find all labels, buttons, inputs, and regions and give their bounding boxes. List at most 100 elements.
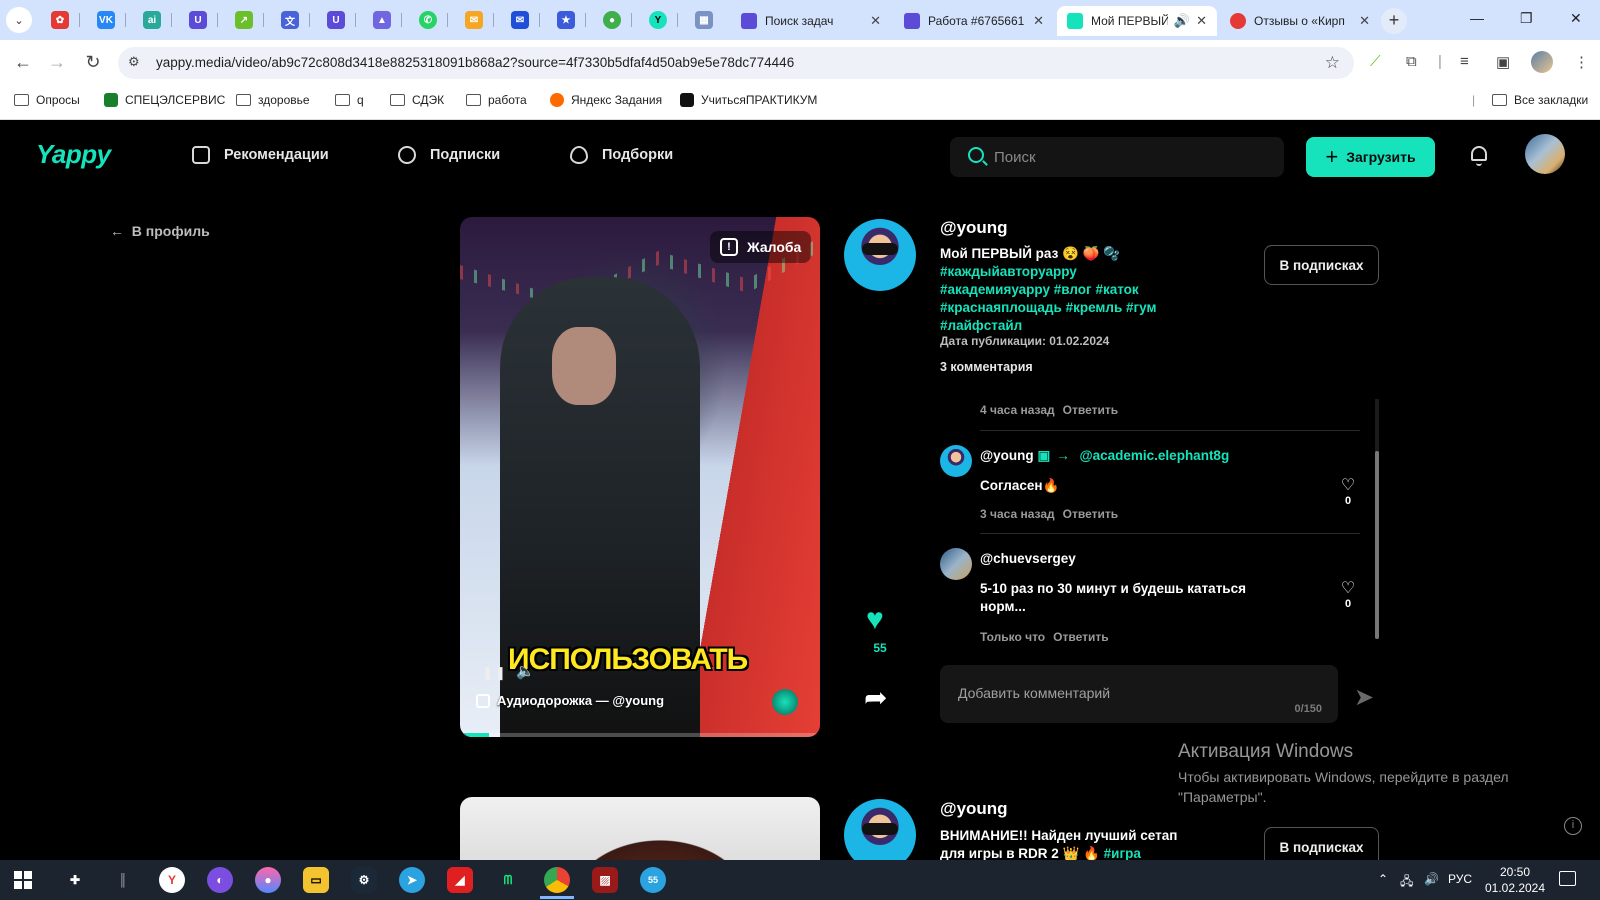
hashtag[interactable]: #каток	[1095, 282, 1138, 297]
site-settings-icon[interactable]: ⚙	[128, 54, 140, 70]
nav-subscriptions[interactable]: Подписки	[398, 146, 500, 164]
bookmark-site[interactable]: СПЕЦЭЛСЕРВИС	[104, 93, 225, 107]
pinned-tab-4[interactable]: U	[178, 6, 218, 34]
hashtag[interactable]: #гум	[1126, 300, 1156, 315]
extension-icon[interactable]: ⟋	[1370, 53, 1381, 70]
volume-icon[interactable]: 🔊	[1424, 872, 1439, 886]
video-progress-bar[interactable]	[460, 733, 820, 737]
pinned-tab-8[interactable]: ▲	[362, 6, 402, 34]
bookmark-folder[interactable]: q	[335, 93, 364, 107]
nav-recommendations[interactable]: Рекомендации	[192, 146, 329, 164]
bookmark-folder[interactable]: СДЭК	[390, 93, 444, 107]
yandex-browser-icon[interactable]: Y	[159, 867, 185, 893]
close-icon[interactable]: ✕	[870, 13, 881, 29]
next-video-thumbnail[interactable]	[460, 797, 820, 860]
telegram-icon[interactable]: 55	[640, 867, 666, 893]
chrome-profile-avatar[interactable]	[1531, 51, 1553, 73]
media-control-icon[interactable]: ≡	[1460, 53, 1469, 70]
comment-author[interactable]: @chuevsergey	[980, 551, 1076, 566]
minimize-icon[interactable]: —	[1470, 10, 1484, 26]
hashtag[interactable]: #академияуарру	[940, 282, 1050, 297]
report-button[interactable]: ! Жалоба	[710, 231, 812, 263]
search-box[interactable]	[950, 137, 1284, 177]
url-text[interactable]: yappy.media/video/ab9c72c808d3418e882531…	[156, 55, 794, 70]
green-app-icon[interactable]: ᗰ	[495, 867, 521, 893]
file-explorer-icon[interactable]: ▭	[303, 867, 329, 893]
red-app-icon[interactable]: ◢	[447, 867, 473, 893]
search-input[interactable]	[994, 147, 1264, 167]
pinned-tab-7[interactable]: U	[316, 6, 356, 34]
bookmark-folder[interactable]: работа	[466, 93, 527, 107]
nav-collections[interactable]: Подборки	[570, 146, 673, 164]
author-avatar[interactable]	[844, 799, 916, 860]
windows-start-icon[interactable]	[14, 871, 32, 889]
network-icon[interactable]: 🖧	[1400, 872, 1413, 893]
reply-link[interactable]: Ответить	[1063, 507, 1118, 521]
author-handle[interactable]: @young	[940, 799, 1008, 819]
restore-icon[interactable]: ❐	[1520, 10, 1533, 27]
back-to-profile-link[interactable]: ← В профиль	[110, 223, 210, 239]
pause-icon[interactable]: ❚❚	[482, 665, 508, 681]
heart-icon[interactable]: ♥	[866, 605, 884, 635]
taskbar-clock[interactable]: 20:50 01.02.2024	[1484, 864, 1546, 896]
close-icon[interactable]: ✕	[1196, 13, 1207, 29]
tab-reviews[interactable]: Отзывы о «Кирп ✕	[1220, 6, 1380, 36]
comment-author[interactable]: @young ▣ → @academic.elephant8g	[980, 448, 1229, 464]
bookmark-site[interactable]: УчитьсяПРАКТИКУМ	[680, 93, 817, 107]
video-player[interactable]: ! Жалоба ИСПОЛЬЗОВАТЬ ❚❚ 🔈 Аудиодорожка —…	[460, 217, 820, 737]
pinned-tab-5[interactable]: ↗	[224, 6, 264, 34]
close-icon[interactable]: ✕	[1033, 13, 1044, 29]
comment-author-name[interactable]: @young	[980, 448, 1034, 463]
forward-arrow-icon[interactable]: →	[46, 52, 68, 73]
steam-icon[interactable]: ⚙	[351, 867, 377, 893]
subscribed-button[interactable]: В подписках	[1264, 827, 1379, 860]
app-icon-2[interactable]: ║	[110, 867, 136, 893]
tor-browser-icon[interactable]: ◐	[207, 867, 233, 893]
yappy-logo[interactable]: Yappy	[36, 139, 111, 170]
comment-input-box[interactable]: 0/150	[940, 665, 1338, 723]
volume-icon[interactable]: 🔈	[516, 662, 535, 680]
comments-list[interactable]: 4 часа назад Ответить @young ▣ → @academic…	[940, 393, 1384, 643]
dota-icon[interactable]: ▨	[592, 867, 618, 893]
reply-target[interactable]: @academic.elephant8g	[1079, 448, 1229, 463]
comments-scrollbar-thumb[interactable]	[1375, 451, 1379, 639]
tab-my-first[interactable]: Мой ПЕРВЫЙ 🔊 ✕	[1057, 6, 1217, 36]
pinned-tab-vk[interactable]: VK	[86, 6, 126, 34]
speaker-icon[interactable]: 🔊	[1174, 13, 1190, 29]
app-icon-1[interactable]: ✚	[62, 867, 88, 893]
send-icon[interactable]: ➤	[1354, 683, 1374, 712]
bookmark-star-icon[interactable]: ☆	[1325, 53, 1340, 73]
author-handle[interactable]: @young	[940, 218, 1008, 238]
tab-task-search[interactable]: Поиск задач ✕	[731, 6, 891, 36]
audio-track[interactable]: Аудиодорожка — @young	[476, 693, 664, 708]
hashtag[interactable]: #влог	[1054, 282, 1092, 297]
tab-work[interactable]: Работа #6765661 ✕	[894, 6, 1054, 36]
chrome-menu-icon[interactable]: ⋮	[1574, 53, 1589, 71]
author-avatar[interactable]	[844, 219, 916, 291]
bookmark-site[interactable]: Яндекс Задания	[550, 93, 662, 107]
pinned-tab-mail-2[interactable]: ✉	[500, 6, 540, 34]
close-icon[interactable]: ✕	[1359, 13, 1370, 29]
reply-link[interactable]: Ответить	[1063, 403, 1118, 417]
hashtag[interactable]: #краснаяплощадь	[940, 300, 1062, 315]
reply-link[interactable]: Ответить	[1053, 630, 1108, 643]
subscribed-button[interactable]: В подписках	[1264, 245, 1379, 285]
pinned-tab-1[interactable]: ✿	[40, 6, 80, 34]
pinned-tab-3[interactable]: ai	[132, 6, 172, 34]
pinned-tab-whatsapp[interactable]: ✆	[408, 6, 448, 34]
back-arrow-icon[interactable]: ←	[12, 52, 34, 73]
droplet-app-icon[interactable]: ●	[255, 867, 281, 893]
notifications-icon[interactable]	[1559, 871, 1576, 886]
all-bookmarks[interactable]: Все закладки	[1492, 93, 1588, 107]
hashtag[interactable]: #кремль	[1066, 300, 1123, 315]
hashtag[interactable]: #игра	[1104, 846, 1141, 860]
pinned-tab-6[interactable]: 文	[270, 6, 310, 34]
tab-search-menu-button[interactable]: ⌄	[6, 7, 32, 33]
pinned-tab-13[interactable]: ●	[592, 6, 632, 34]
heart-outline-icon[interactable]: ♡	[1338, 578, 1358, 598]
bookmark-folder[interactable]: Опросы	[14, 93, 80, 107]
side-panel-icon[interactable]: ▣	[1496, 53, 1510, 71]
extensions-puzzle-icon[interactable]: ⧉	[1406, 53, 1417, 70]
new-tab-button[interactable]: +	[1381, 8, 1407, 34]
telegram-icon[interactable]: ➤	[399, 867, 425, 893]
